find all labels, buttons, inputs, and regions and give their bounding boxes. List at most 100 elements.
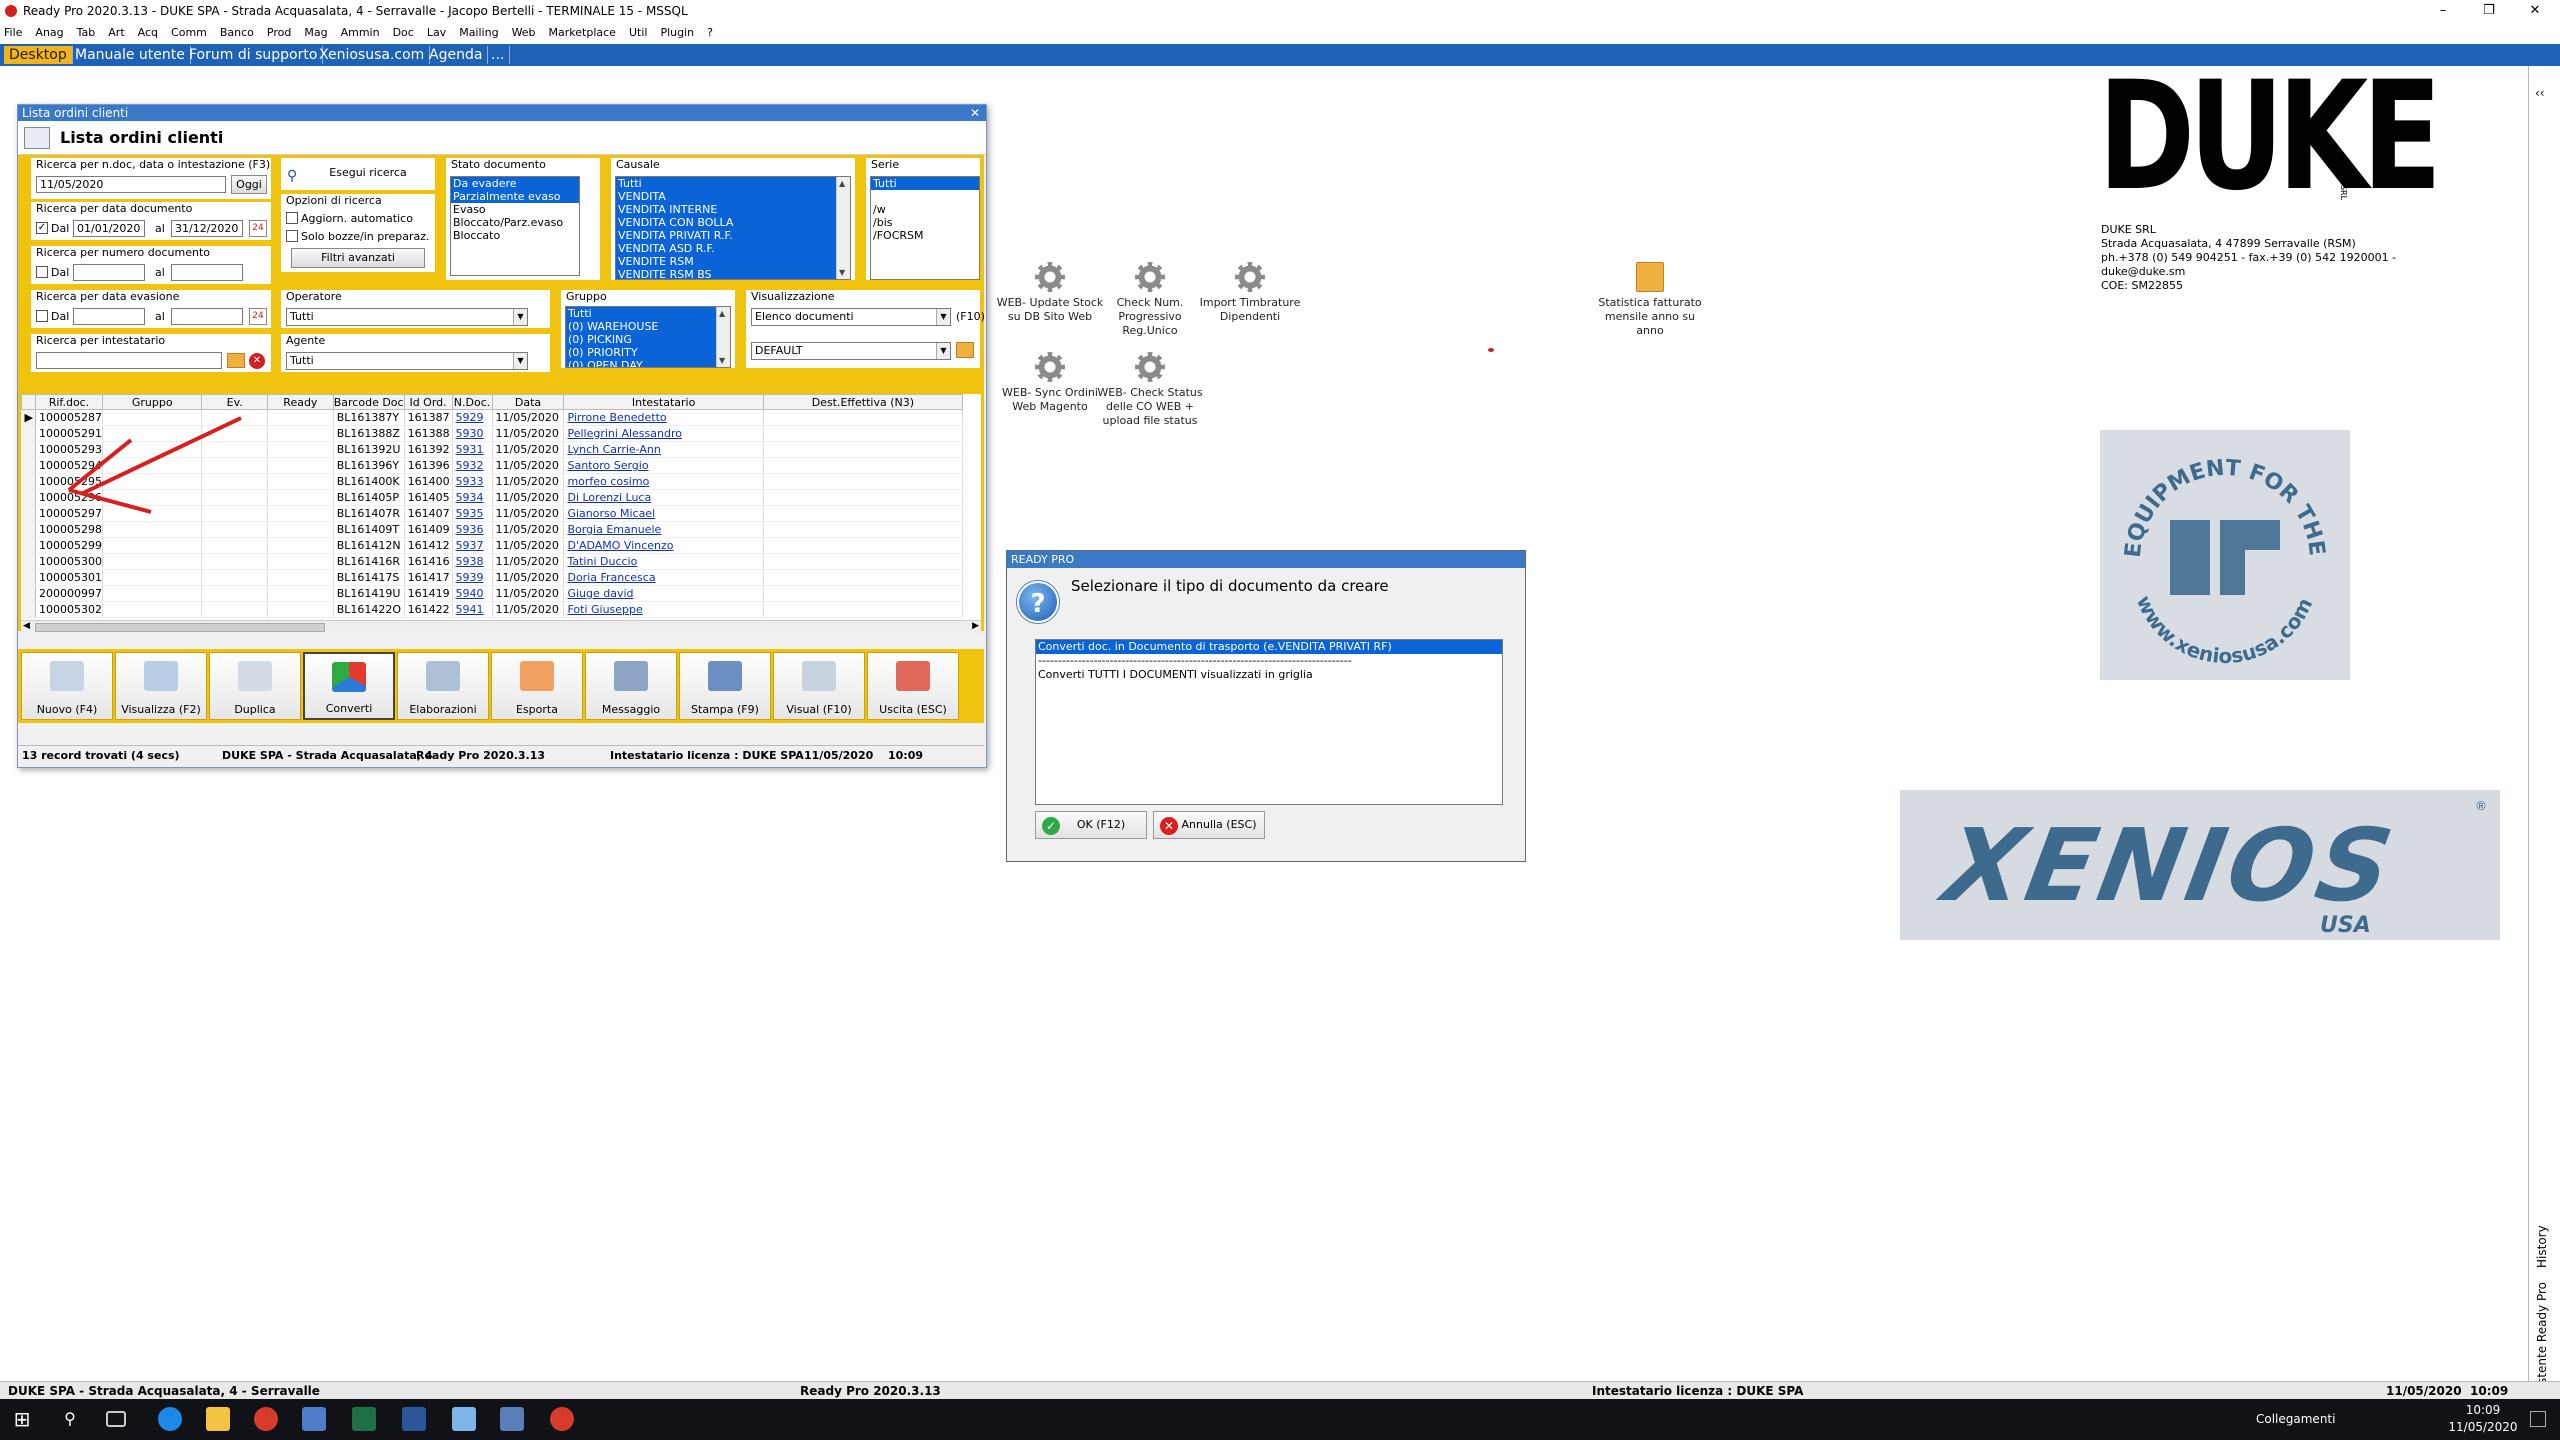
table-cell[interactable]: 11/05/2020 [492, 473, 565, 490]
table-cell[interactable]: 200000997 [35, 585, 103, 602]
table-cell[interactable]: 161422 [404, 601, 453, 618]
folder-icon[interactable] [227, 353, 245, 368]
date-from-input[interactable]: 01/01/2020 [73, 220, 145, 237]
causale-item[interactable]: VENDITE RSM [616, 255, 850, 268]
table-cell[interactable]: BL161409T [333, 521, 405, 538]
table-cell[interactable]: 11/05/2020 [492, 569, 565, 586]
table-cell[interactable] [763, 425, 964, 442]
visualizzazione-select[interactable]: Elenco documenti ▼ [751, 308, 951, 326]
table-cell[interactable]: 161407 [404, 505, 453, 522]
table-cell[interactable]: 11/05/2020 [492, 537, 565, 554]
table-cell[interactable]: BL161422O [333, 601, 405, 618]
visualizza-button[interactable]: Visualizza (F2) [115, 652, 207, 720]
word-icon[interactable] [402, 1407, 426, 1431]
table-cell[interactable]: 161388 [404, 425, 453, 442]
menu-comm[interactable]: Comm [171, 26, 207, 39]
tab-xeniosusa[interactable]: Xeniosusa.com [314, 46, 431, 64]
table-cell[interactable] [267, 457, 334, 474]
table-cell[interactable]: BL161417S [333, 569, 405, 586]
visual-button[interactable]: Visual (F10) [773, 652, 865, 720]
table-cell[interactable]: 161387 [404, 409, 453, 426]
tray-time[interactable]: 10:09 [2448, 1403, 2518, 1417]
tray-date[interactable]: 11/05/2020 [2448, 1420, 2518, 1434]
readypro-icon[interactable] [254, 1407, 278, 1431]
menu-doc[interactable]: Doc [393, 26, 414, 39]
table-cell[interactable] [267, 425, 334, 442]
table-cell[interactable] [763, 585, 964, 602]
calendar-icon[interactable]: 24 [249, 308, 267, 325]
table-cell[interactable]: 11/05/2020 [492, 441, 565, 458]
table-cell[interactable]: Pellegrini Alessandro [563, 425, 764, 442]
stato-list[interactable]: Da evadere Parzialmente evaso Evaso Bloc… [450, 176, 580, 276]
table-cell[interactable] [201, 601, 269, 618]
table-cell[interactable]: 100005298 [35, 521, 103, 538]
tab-forum[interactable]: Forum di supporto [184, 46, 324, 64]
elaborazioni-button[interactable]: Elaborazioni [397, 652, 489, 720]
table-cell[interactable] [102, 553, 203, 570]
table-cell[interactable] [201, 569, 269, 586]
agente-select[interactable]: Tutti ▼ [286, 352, 528, 370]
table-cell[interactable]: BL161412N [333, 537, 405, 554]
menu-util[interactable]: Util [629, 26, 647, 39]
uscita-button[interactable]: Uscita (ESC) [867, 652, 959, 720]
table-cell[interactable]: 11/05/2020 [492, 425, 565, 442]
table-cell[interactable]: 161417 [404, 569, 453, 586]
menu-file[interactable]: File [4, 26, 22, 39]
table-cell[interactable]: Pirrone Benedetto [563, 409, 764, 426]
table-cell[interactable]: 161416 [404, 553, 453, 570]
table-cell[interactable] [201, 521, 269, 538]
causale-item[interactable]: VENDITE RSM BS [616, 268, 850, 279]
table-cell[interactable] [102, 585, 203, 602]
table-cell[interactable]: morfeo cosimo [563, 473, 764, 490]
tab-manuale[interactable]: Manuale utente [70, 46, 191, 64]
table-cell[interactable]: 5932 [452, 457, 493, 474]
nuovo-button[interactable]: Nuovo (F4) [21, 652, 113, 720]
causale-item[interactable]: VENDITA PRIVATI R.F. [616, 229, 850, 242]
desktop-icon-statistica[interactable]: Statistica fatturato mensile anno su ann… [1595, 262, 1705, 338]
table-cell[interactable]: 5939 [452, 569, 493, 586]
grid-horizontal-scrollbar[interactable]: ◀ ▶ [21, 620, 981, 634]
clear-icon[interactable]: ✕ [249, 353, 265, 369]
table-cell[interactable]: 5940 [452, 585, 493, 602]
orders-window-close-icon[interactable]: ✕ [970, 105, 980, 121]
close-button[interactable]: ✕ [2512, 0, 2558, 22]
app-icon[interactable] [500, 1407, 524, 1431]
table-cell[interactable]: 11/05/2020 [492, 553, 565, 570]
stampa-button[interactable]: Stampa (F9) [679, 652, 771, 720]
column-header[interactable]: Intestatario [563, 394, 764, 410]
side-collapse-button[interactable]: ‹‹ [2535, 86, 2545, 100]
table-cell[interactable]: 5935 [452, 505, 493, 522]
num-from-input[interactable] [73, 264, 145, 281]
table-cell[interactable] [763, 409, 964, 426]
app-icon[interactable] [452, 1407, 476, 1431]
serie-list[interactable]: Tutti /w /bis /FOCRSM [870, 176, 980, 280]
notification-icon[interactable] [2530, 1411, 2546, 1427]
table-cell[interactable]: Lynch Carrie-Ann [563, 441, 764, 458]
esegui-ricerca-button[interactable]: ⚲ Esegui ricerca [283, 160, 433, 188]
stato-item[interactable]: Parzialmente evaso [451, 190, 579, 203]
table-cell[interactable]: 161412 [404, 537, 453, 554]
table-cell[interactable] [267, 441, 334, 458]
table-cell[interactable]: Tatini Duccio [563, 553, 764, 570]
causale-item[interactable]: VENDITA ASD R.F. [616, 242, 850, 255]
table-cell[interactable]: 5934 [452, 489, 493, 506]
table-cell[interactable]: 11/05/2020 [492, 489, 565, 506]
table-cell[interactable]: BL161407R [333, 505, 405, 522]
table-cell[interactable] [763, 505, 964, 522]
table-cell[interactable] [763, 537, 964, 554]
layout-select[interactable]: DEFAULT ▼ [751, 342, 951, 360]
causale-item[interactable]: VENDITA CON BOLLA [616, 216, 850, 229]
table-cell[interactable] [763, 521, 964, 538]
column-header[interactable]: N.Doc. [451, 394, 493, 410]
table-row[interactable]: 100005299 BL161412N 161412 5937 11/05/2020 D'… [21, 537, 964, 554]
menu-acq[interactable]: Acq [138, 26, 158, 39]
stato-item[interactable]: Bloccato/Parz.evaso [451, 216, 579, 229]
num-to-input[interactable] [171, 264, 243, 281]
causale-list[interactable]: Tutti VENDITA VENDITA INTERNE VENDITA CO… [615, 176, 851, 280]
table-cell[interactable]: D'ADAMO Vincenzo [563, 537, 764, 554]
gruppo-item[interactable]: (0) OPEN DAY [566, 359, 730, 367]
menu-lav[interactable]: Lav [427, 26, 446, 39]
menu-ammin[interactable]: Ammin [341, 26, 380, 39]
scroll-right-icon[interactable]: ▶ [972, 621, 979, 631]
excel-icon[interactable] [352, 1407, 376, 1431]
